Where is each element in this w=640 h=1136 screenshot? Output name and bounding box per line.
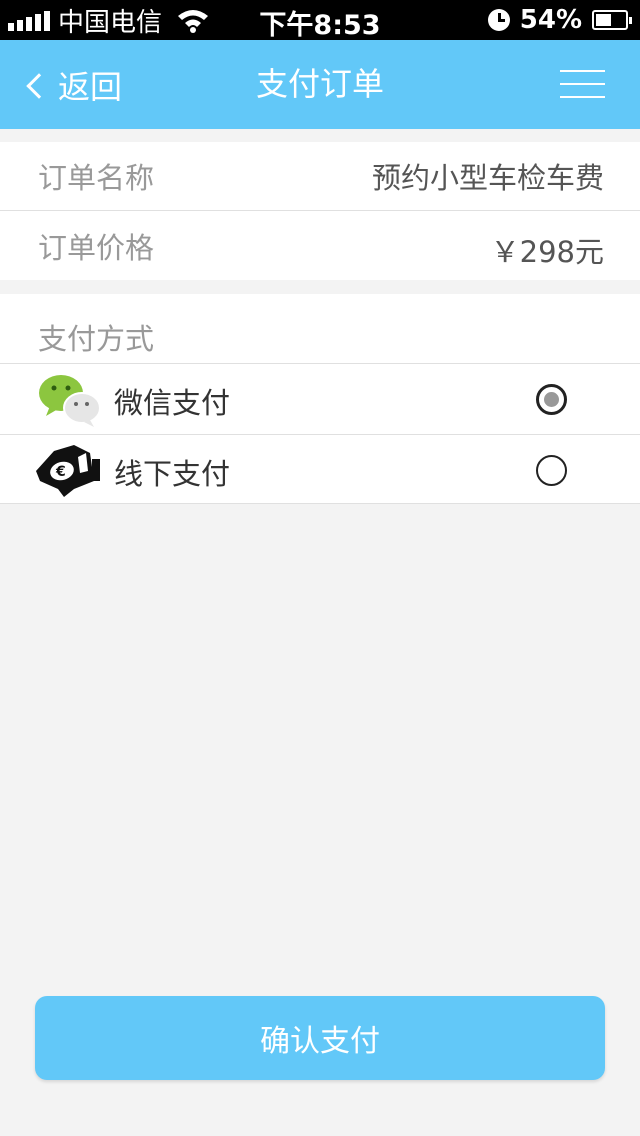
order-info-section: 订单名称 预约小型车检车费 订单价格 ￥298元: [0, 142, 640, 280]
payment-method-section: 支付方式 微信支付 € 线下支付: [0, 294, 640, 504]
wechat-icon: [39, 375, 101, 427]
chevron-left-icon: [26, 72, 52, 99]
order-name-value: 预约小型车检车费: [371, 161, 604, 195]
battery-icon: [592, 10, 632, 30]
offline-pay-radio[interactable]: [536, 455, 567, 486]
payment-section-title: 支付方式: [38, 322, 155, 356]
menu-button[interactable]: [560, 70, 605, 98]
order-name-row: 订单名称 预约小型车检车费: [0, 142, 640, 210]
order-price-row: 订单价格 ￥298元: [0, 211, 640, 280]
battery-percentage: 54%: [519, 5, 582, 35]
payment-option-wechat[interactable]: 微信支付: [0, 364, 640, 434]
alarm-icon: [487, 9, 510, 31]
wifi-icon: [178, 10, 209, 33]
svg-text:€: €: [55, 464, 66, 480]
wechat-pay-radio[interactable]: [536, 384, 567, 415]
offline-pay-label: 线下支付: [114, 457, 231, 491]
payment-option-offline[interactable]: € 线下支付: [0, 435, 640, 505]
wechat-pay-label: 微信支付: [114, 386, 231, 420]
back-button[interactable]: 返回: [26, 40, 123, 129]
back-label: 返回: [58, 67, 123, 106]
navigation-bar: 返回 支付订单: [0, 40, 640, 129]
status-bar: 中国电信 下午8:53 54%: [0, 0, 640, 41]
order-price-value: ￥298元: [490, 235, 604, 269]
signal-strength-icon: [8, 9, 50, 31]
order-price-label: 订单价格: [38, 231, 155, 265]
offline-payment-icon: €: [36, 445, 100, 497]
divider: [0, 503, 640, 504]
order-name-label: 订单名称: [38, 161, 155, 195]
carrier-name: 中国电信: [58, 7, 163, 38]
confirm-payment-button[interactable]: 确认支付: [35, 996, 605, 1080]
